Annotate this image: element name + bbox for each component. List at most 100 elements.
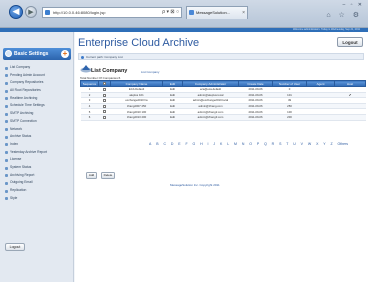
row-checkbox[interactable] (103, 99, 106, 103)
sidebar-item-system-status[interactable]: System Status (4, 164, 72, 172)
company-table: Sequence Company Name Edit Company Admin… (80, 80, 366, 121)
alpha-link[interactable]: O (249, 142, 252, 146)
browser-tab[interactable]: MessageSolution... × (186, 6, 248, 19)
back-button[interactable]: ◀ (9, 5, 23, 19)
sidebar-item-smtp-connection[interactable]: SMTP Connection (4, 118, 72, 126)
alpha-link[interactable]: Z (330, 142, 332, 146)
menu-item-icon (5, 66, 8, 70)
tab-favicon-icon (189, 10, 194, 15)
alpha-link[interactable]: T (286, 142, 288, 146)
cell-date: 2011-09-06 (238, 114, 273, 121)
sidebar-item-archive-status[interactable]: Archive Status (4, 133, 72, 141)
sidebar-item-index[interactable]: Index (4, 141, 72, 149)
alpha-link[interactable]: C (163, 142, 166, 146)
logout-button[interactable]: Logout (337, 37, 363, 47)
alpha-link[interactable]: X (316, 142, 318, 146)
alpha-link[interactable]: N (242, 142, 245, 146)
alpha-link[interactable]: D (171, 142, 174, 146)
alpha-link[interactable]: U (293, 142, 296, 146)
browser-toolbar-icons[interactable]: ⌂ ☆ ⚙ (326, 11, 362, 19)
address-tools[interactable]: ρ ▾ ⊠ ○ (144, 7, 182, 18)
list-company-link[interactable]: List Company (141, 70, 159, 74)
sidebar-logout-button[interactable]: Logout (5, 243, 25, 251)
sidebar-item-company-repositories[interactable]: Company Repositories (4, 79, 72, 87)
sidebar: Basic Settings + List Company Pending Ad… (0, 32, 74, 282)
cell-company-name[interactable]: zhang2013 200 (110, 114, 163, 121)
cell-seq: 6 (80, 114, 99, 121)
sidebar-item-license[interactable]: License (4, 156, 72, 164)
sidebar-item-replication[interactable]: Replication (4, 187, 72, 195)
page-title: Enterprise Cloud Archive (78, 37, 200, 49)
sidebar-item-style[interactable]: Style (4, 195, 72, 203)
menu-item-icon (5, 181, 8, 185)
sidebar-item-network[interactable]: Network (4, 126, 72, 134)
menu-item-icon (5, 158, 8, 162)
row-checkbox[interactable] (103, 88, 106, 92)
cell-agent (306, 114, 335, 121)
window-controls[interactable]: – ▫ ✕ (342, 2, 364, 8)
tab-close-icon[interactable]: × (242, 7, 245, 19)
select-all-checkbox[interactable] (103, 82, 106, 86)
row-checkbox[interactable] (103, 104, 106, 108)
row-checkbox[interactable] (103, 110, 106, 114)
alpha-link[interactable]: A (149, 142, 151, 146)
sidebar-item-all-root-repositories[interactable]: All Root Repositories (4, 87, 72, 95)
table-row: 6 zhang2013 200 Edit admin@zhang3.com 20… (80, 114, 366, 121)
alpha-link[interactable]: K (220, 142, 222, 146)
gear-icon (5, 50, 12, 57)
location-icon (81, 55, 84, 59)
sidebar-item-realtime-archiving[interactable]: Realtime Archiving (4, 95, 72, 103)
alpha-link[interactable]: H (200, 142, 203, 146)
alpha-link[interactable]: E (178, 142, 180, 146)
menu-item-icon (5, 112, 8, 116)
alpha-link[interactable]: P (257, 142, 259, 146)
expand-icon[interactable]: + (61, 50, 69, 58)
menu-item-icon (5, 174, 8, 178)
cell-select[interactable] (98, 114, 111, 121)
sidebar-item-pending-admin-account[interactable]: Pending Admin Account (4, 72, 72, 80)
menu-item-icon (5, 189, 8, 193)
alpha-link[interactable]: Q (264, 142, 267, 146)
cell-users: 200 (272, 114, 307, 121)
row-checkbox[interactable] (103, 116, 106, 120)
alpha-link[interactable]: L (227, 142, 229, 146)
alpha-link[interactable]: V (301, 142, 303, 146)
alpha-link[interactable]: I (208, 142, 209, 146)
sidebar-item-schedule-time-settings[interactable]: Schedule Time Settings (4, 102, 72, 110)
alpha-link[interactable]: G (192, 142, 195, 146)
sidebar-item-outgoing-email[interactable]: Outgoing Email (4, 179, 72, 187)
menu-item-icon (5, 97, 8, 101)
alpha-link[interactable]: R (272, 142, 275, 146)
cell-admin: admin@zhang3.com (182, 114, 239, 121)
main-content: Enterprise Cloud Archive Logout Current … (75, 32, 368, 282)
menu-item-icon (5, 89, 8, 93)
alpha-link[interactable]: J (213, 142, 215, 146)
breadcrumb: Current path: Company List (78, 53, 364, 60)
row-checkbox[interactable] (103, 93, 106, 97)
menu-item-icon (5, 105, 8, 109)
footer-copyright: MessageSolution Inc. Copyright 2011 (170, 183, 220, 187)
menu-item-icon (5, 151, 8, 155)
sidebar-item-list-company[interactable]: List Company (4, 64, 72, 72)
alpha-link-others[interactable]: Others (337, 142, 348, 146)
sidebar-item-yesterday-archive-report[interactable]: Yesterday Archive Report (4, 149, 72, 157)
sidebar-item-smtp-archiving[interactable]: SMTP Archiving (4, 110, 72, 118)
alpha-link[interactable]: W (308, 142, 311, 146)
alpha-link[interactable]: S (279, 142, 281, 146)
alpha-link[interactable]: B (156, 142, 158, 146)
sidebar-header[interactable]: Basic Settings + (3, 48, 71, 60)
sidebar-item-archiving-report[interactable]: Archiving Report (4, 172, 72, 180)
alpha-link[interactable]: F (185, 142, 187, 146)
cell-host (334, 114, 366, 121)
cell-edit-link[interactable]: Edit (162, 114, 183, 121)
add-button[interactable]: Add (86, 172, 97, 179)
delete-button[interactable]: Delete (101, 172, 115, 179)
alpha-link[interactable]: Y (323, 142, 325, 146)
alpha-link[interactable]: M (234, 142, 237, 146)
sidebar-header-label: Basic Settings (14, 51, 49, 57)
menu-item-icon (5, 120, 8, 124)
alphabet-filter: A B C D E F G H I J K L M N O P Q R S T … (149, 142, 349, 146)
page-icon (45, 10, 50, 15)
breadcrumb-text: Current path: Company List (86, 55, 123, 59)
forward-button[interactable]: ▶ (25, 6, 37, 18)
